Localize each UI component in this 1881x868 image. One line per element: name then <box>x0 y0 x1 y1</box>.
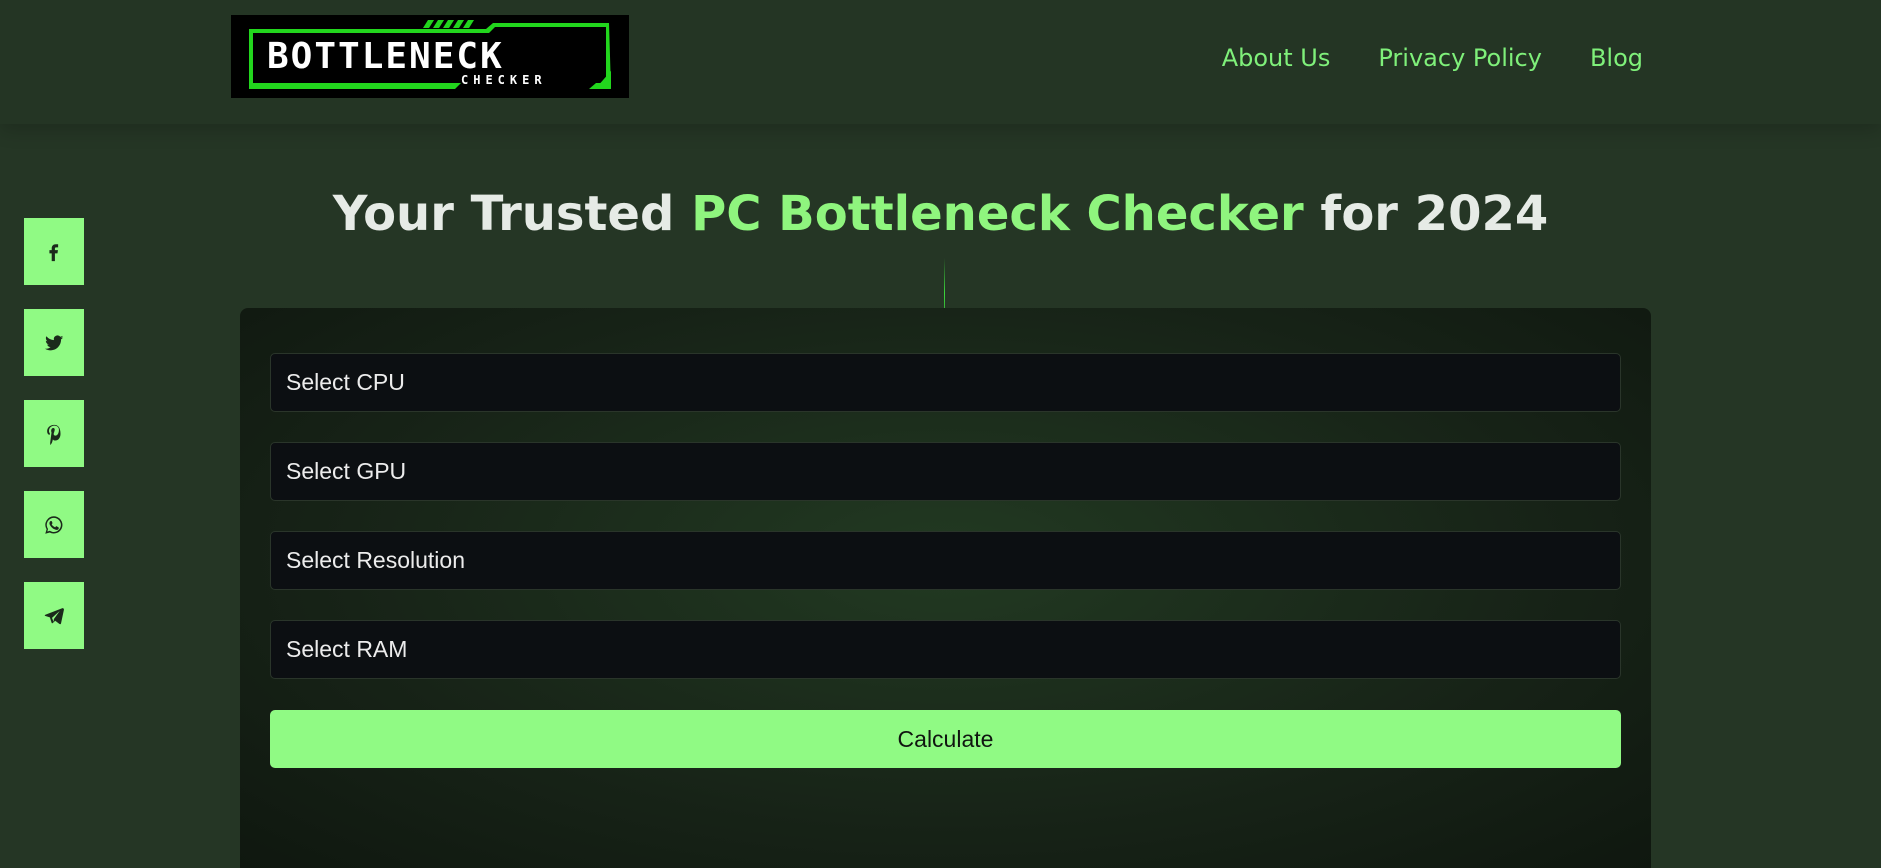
title-accent: PC Bottleneck Checker <box>691 186 1304 242</box>
nav-blog[interactable]: Blog <box>1590 44 1643 72</box>
share-pinterest-button[interactable] <box>24 400 84 467</box>
nav-privacy-policy[interactable]: Privacy Policy <box>1378 44 1542 72</box>
share-twitter-button[interactable] <box>24 309 84 376</box>
logo-graphic: BOTTLENECK CHECKER <box>249 20 611 89</box>
facebook-icon <box>49 243 59 261</box>
telegram-icon <box>44 607 64 624</box>
twitter-icon <box>44 334 64 350</box>
svg-text:BOTTLENECK: BOTTLENECK <box>267 36 504 77</box>
cpu-select[interactable]: Select CPU <box>270 353 1621 412</box>
gpu-select[interactable]: Select GPU <box>270 442 1621 501</box>
share-whatsapp-button[interactable] <box>24 491 84 558</box>
calculator-card: Select CPU Select GPU Select Resolution … <box>240 308 1651 868</box>
resolution-select[interactable]: Select Resolution <box>270 531 1621 590</box>
main-nav: About Us Privacy Policy Blog <box>1222 44 1643 72</box>
whatsapp-icon <box>45 515 63 534</box>
site-logo[interactable]: BOTTLENECK CHECKER <box>231 15 629 98</box>
calculate-button[interactable]: Calculate <box>270 710 1621 768</box>
nav-about-us[interactable]: About Us <box>1222 44 1331 72</box>
svg-text:CHECKER: CHECKER <box>461 73 547 87</box>
title-suffix: for 2024 <box>1303 186 1549 242</box>
ram-select[interactable]: Select RAM <box>270 620 1621 679</box>
site-header: BOTTLENECK CHECKER About Us Privacy Poli… <box>0 0 1881 124</box>
title-prefix: Your Trusted <box>332 186 692 242</box>
share-facebook-button[interactable] <box>24 218 84 285</box>
page-title: Your Trusted PC Bottleneck Checker for 2… <box>0 186 1881 242</box>
social-share-bar <box>24 218 84 649</box>
pinterest-icon <box>47 424 61 445</box>
share-telegram-button[interactable] <box>24 582 84 649</box>
